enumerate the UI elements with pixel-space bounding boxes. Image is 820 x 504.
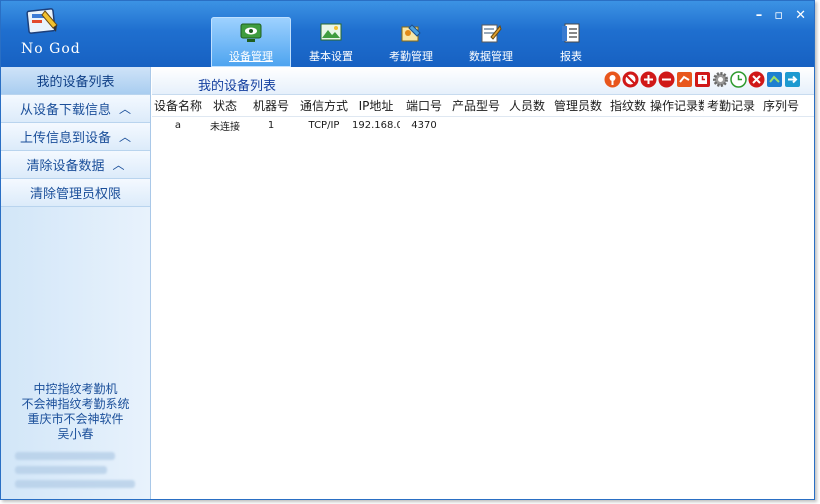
column-header[interactable]: 设备名称 — [152, 97, 204, 114]
table-cell: 未连接 — [210, 121, 240, 133]
close-icon[interactable] — [748, 71, 765, 88]
report-icon — [562, 23, 580, 43]
remove-icon[interactable] — [658, 71, 675, 88]
sidebar-item-label: 我的设备列表 — [36, 75, 115, 90]
footer-line: 重庆市不会神软件 — [27, 412, 124, 426]
tab-attendance-management[interactable]: 考勤管理 — [371, 17, 451, 67]
table-cell: a — [174, 119, 182, 131]
add-icon[interactable] — [640, 71, 657, 88]
tab-label: 考勤管理 — [389, 50, 433, 63]
blurred-contact-info — [15, 446, 135, 494]
tab-reports[interactable]: 报表 — [531, 17, 611, 67]
monitor-eye-icon — [240, 23, 262, 42]
upload-icon[interactable] — [766, 71, 783, 88]
app-window: No God 设备管理 基本设置 考勤管理 数据管理 报表 – ▫ ✕ 我的设备… — [0, 0, 815, 500]
device-list-panel: 我的设备列表 设备名称 状态 机器号 通信方式 IP地址 端口号 产品型号 人员数 管理员数 指纹… — [152, 67, 814, 499]
panel-header: 我的设备列表 — [152, 67, 814, 95]
device-table-header: 设备名称状态机器号通信方式IP地址端口号产品型号人员数管理员数指纹数操作记录数考… — [152, 95, 814, 117]
table-cell: 1 — [267, 119, 275, 131]
sidebar-item-label: 清除设备数据 — [26, 159, 105, 174]
tab-basic-settings[interactable]: 基本设置 — [291, 17, 371, 67]
maximize-button[interactable]: ▫ — [774, 9, 783, 23]
sync-icon[interactable] — [676, 71, 693, 88]
main-tabs: 设备管理 基本设置 考勤管理 数据管理 报表 — [211, 17, 611, 67]
column-header[interactable]: 通信方式 — [296, 97, 352, 114]
sidebar-item-clear-device-data[interactable]: 清除设备数据 ︿ — [1, 151, 150, 179]
sidebar-item-my-devices[interactable]: 我的设备列表 — [1, 67, 150, 95]
sidebar-item-label: 上传信息到设备 — [19, 131, 111, 146]
tab-label: 设备管理 — [229, 50, 273, 63]
sidebar-footer: 中控指纹考勤机 不会神指纹考勤系统 重庆市不会神软件 吴小春 — [1, 382, 150, 442]
column-header[interactable]: 考勤记录 — [704, 97, 758, 114]
column-header[interactable]: 指纹数 — [606, 97, 650, 114]
tab-label: 数据管理 — [469, 50, 513, 63]
footer-line: 吴小春 — [57, 427, 94, 441]
image-settings-icon — [320, 23, 342, 41]
column-header[interactable]: 端口号 — [400, 97, 448, 114]
window-controls: – ▫ ✕ — [756, 9, 806, 23]
attendance-icon — [401, 24, 421, 42]
tab-data-management[interactable]: 数据管理 — [451, 17, 531, 67]
chevron-up-icon: ︿ — [112, 158, 125, 172]
footer-line: 中控指纹考勤机 — [33, 382, 118, 396]
tab-label: 基本设置 — [309, 50, 353, 63]
connect-icon[interactable] — [604, 71, 621, 88]
blurred-line — [15, 480, 135, 488]
table-row[interactable]: a 未连接 1 TCP/IP 192.168.0.10 4370 — [152, 117, 814, 133]
data-edit-icon — [481, 24, 502, 43]
close-button[interactable]: ✕ — [795, 9, 806, 23]
column-header[interactable]: IP地址 — [352, 97, 400, 114]
column-header[interactable]: 管理员数 — [550, 97, 606, 114]
footer-line: 不会神指纹考勤系统 — [21, 397, 130, 411]
clock-card-icon[interactable] — [694, 71, 711, 88]
column-header[interactable]: 状态 — [204, 97, 246, 114]
chevron-up-icon: ︿ — [119, 130, 132, 144]
export-icon[interactable] — [784, 71, 801, 88]
column-header[interactable]: 序列号 — [758, 97, 804, 114]
column-header[interactable]: 操作记录数 — [650, 97, 704, 114]
sidebar-item-upload-to-device[interactable]: 上传信息到设备 ︿ — [1, 123, 150, 151]
time-icon[interactable] — [730, 71, 747, 88]
table-cell: 4370 — [411, 119, 437, 131]
tab-device-management[interactable]: 设备管理 — [211, 17, 291, 67]
table-cell: 192.168.0.10 — [352, 119, 400, 131]
panel-title: 我的设备列表 — [198, 79, 277, 94]
column-header[interactable]: 机器号 — [246, 97, 296, 114]
table-cell: TCP/IP — [308, 119, 340, 131]
device-toolbar — [604, 71, 801, 88]
sidebar-item-clear-admin-rights[interactable]: 清除管理员权限 — [1, 179, 150, 207]
tab-label: 报表 — [560, 50, 582, 63]
minimize-button[interactable]: – — [756, 9, 763, 23]
sidebar-item-label: 从设备下载信息 — [19, 103, 111, 118]
blurred-line — [15, 466, 107, 474]
sidebar-item-download-from-device[interactable]: 从设备下载信息 ︿ — [1, 95, 150, 123]
app-logo-icon — [26, 8, 58, 34]
chevron-up-icon: ︿ — [119, 102, 132, 116]
blurred-line — [15, 452, 115, 460]
device-table-body: a 未连接 1 TCP/IP 192.168.0.10 4370 — [152, 117, 814, 133]
app-logo-text: No God — [21, 41, 81, 57]
column-header[interactable]: 产品型号 — [448, 97, 504, 114]
top-banner: No God 设备管理 基本设置 考勤管理 数据管理 报表 – ▫ ✕ — [1, 1, 814, 67]
gear-icon[interactable] — [712, 71, 729, 88]
sidebar-item-label: 清除管理员权限 — [29, 187, 121, 202]
sidebar: 我的设备列表 从设备下载信息 ︿ 上传信息到设备 ︿ 清除设备数据 ︿ 清除管理… — [1, 67, 151, 499]
column-header[interactable]: 人员数 — [504, 97, 550, 114]
block-icon[interactable] — [622, 71, 639, 88]
